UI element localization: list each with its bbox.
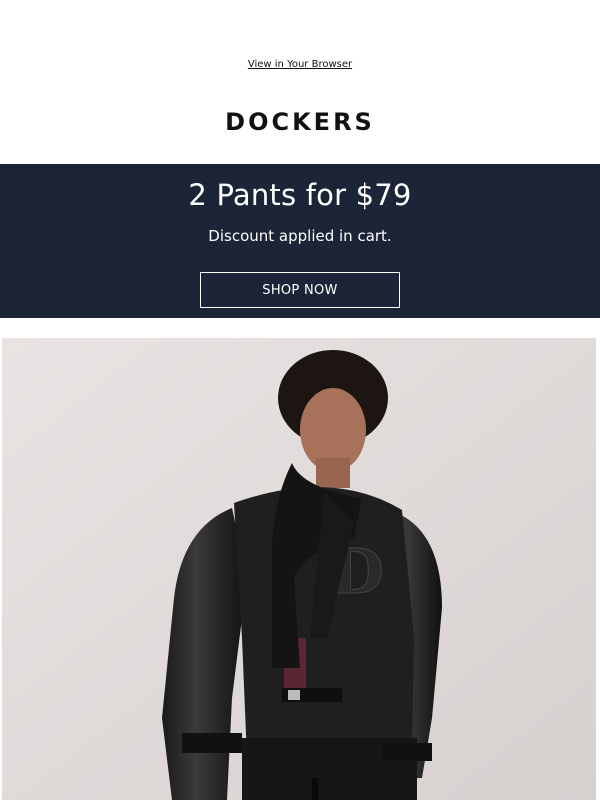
shop-now-button[interactable]: SHOP NOW	[200, 272, 400, 308]
promo-subtitle: Discount applied in cart.	[208, 227, 392, 245]
view-in-browser-link[interactable]: View in Your Browser	[0, 59, 600, 70]
promo-banner: 2 Pants for $79 Discount applied in cart…	[0, 164, 600, 318]
hero-photo: D	[2, 338, 596, 800]
promo-title: 2 Pants for $79	[188, 178, 412, 212]
dockers-logo[interactable]: DOCKERS	[0, 110, 600, 138]
dockers-wordmark: DOCKERS	[225, 110, 375, 134]
hero-image[interactable]: D	[2, 338, 596, 800]
logo-text: DOCKERS	[225, 110, 375, 134]
email-page: View in Your Browser DOCKERS 2 Pants for…	[0, 0, 600, 800]
